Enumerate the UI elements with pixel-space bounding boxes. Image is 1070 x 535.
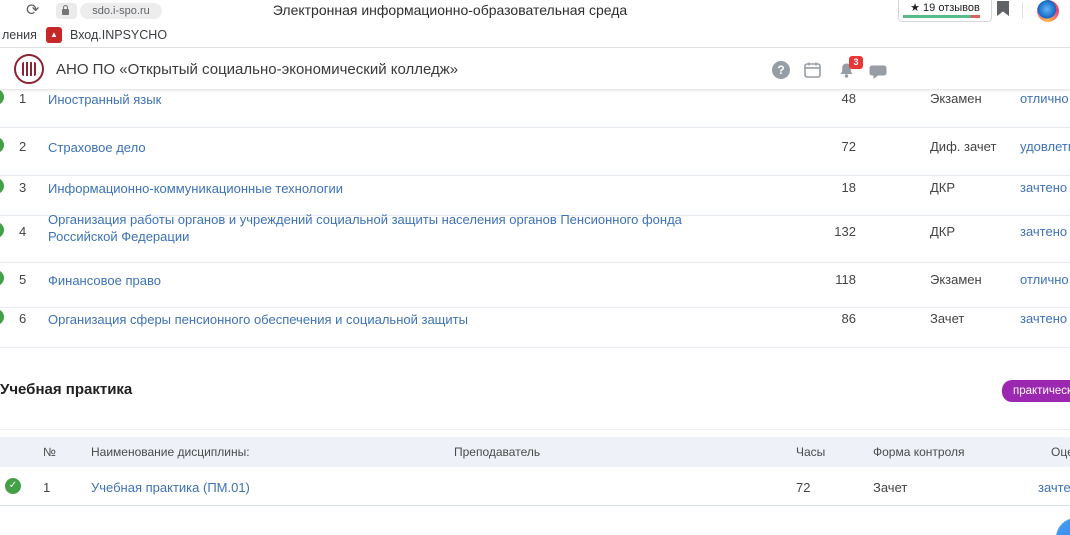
row-divider — [0, 347, 1070, 348]
college-logo-emblem — [22, 62, 36, 76]
discipline-link[interactable]: Учебная практика (ПМ.01) — [91, 480, 250, 495]
table-top-border — [0, 429, 1070, 430]
row-number: 2 — [19, 139, 26, 154]
section-title: Учебная практика — [0, 381, 132, 398]
row-divider — [0, 307, 1070, 308]
page: ⟳ sdo.i-spo.ru Электронная информационно… — [0, 0, 1070, 535]
check-icon: ✓ — [0, 137, 4, 153]
site-header: АНО ПО «Открытый социально-экономический… — [0, 48, 1070, 89]
control-form: Зачет — [930, 311, 964, 326]
row-divider — [0, 127, 1070, 128]
row-number: 5 — [19, 272, 26, 287]
col-header-hours: Часы — [796, 437, 825, 467]
check-icon: ✓ — [0, 270, 4, 286]
notification-badge: 3 — [849, 56, 863, 69]
bookmark-item-partial[interactable]: ления — [2, 28, 37, 42]
grade-link[interactable]: зачтено — [1020, 224, 1067, 239]
row-number: 1 — [19, 91, 26, 106]
row-divider — [0, 262, 1070, 263]
col-header-num: № — [43, 437, 56, 467]
hours-value: 118 — [800, 272, 856, 287]
control-form: Зачет — [873, 480, 907, 495]
discipline-link[interactable]: Информационно-коммуникационные технологи… — [48, 180, 703, 197]
practice-table-header: № Наименование дисциплины: Преподаватель… — [0, 437, 1070, 467]
col-header-teacher: Преподаватель — [454, 437, 540, 467]
reload-icon[interactable]: ⟳ — [26, 0, 39, 20]
control-form: Экзамен — [930, 272, 982, 287]
browser-toolbar: ⟳ sdo.i-spo.ru Электронная информационно… — [0, 0, 1070, 22]
table-row: ✓ 1 Учебная практика (ПМ.01) 72 Зачет за… — [0, 467, 1070, 506]
reviews-label: ★ 19 отзывов — [899, 1, 991, 14]
hours-value: 48 — [800, 91, 856, 106]
edit-fab[interactable] — [1056, 518, 1070, 535]
grade-link[interactable]: удовлетворительно — [1020, 139, 1070, 154]
avatar[interactable] — [1037, 0, 1059, 22]
discipline-link[interactable]: Организация сферы пенсионного обеспечени… — [48, 311, 703, 328]
control-form: Экзамен — [930, 91, 982, 106]
discipline-link[interactable]: Финансовое право — [48, 272, 703, 289]
hours-value: 72 — [796, 480, 810, 495]
discipline-link[interactable]: Страховое дело — [48, 139, 703, 156]
lock-icon — [62, 9, 69, 15]
hours-value: 86 — [800, 311, 856, 326]
grade-link[interactable]: зачтено — [1020, 311, 1067, 326]
bookmark-icon[interactable] — [997, 1, 1009, 16]
college-title: АНО ПО «Открытый социально-экономический… — [56, 61, 458, 78]
toolbar-divider — [1022, 2, 1023, 18]
chat-icon[interactable] — [869, 65, 887, 85]
check-icon: ✓ — [0, 222, 4, 238]
bookmark-item-inpsycho[interactable]: Вход.INPSYCHO — [70, 28, 167, 42]
practice-badge: практическое — [1002, 380, 1070, 402]
col-header-control: Форма контроля — [873, 437, 965, 467]
grade-link[interactable]: зачтено — [1020, 180, 1067, 195]
hours-value: 132 — [800, 224, 856, 239]
discipline-link[interactable]: Иностранный язык — [48, 91, 703, 108]
hours-value: 18 — [800, 180, 856, 195]
row-divider — [0, 175, 1070, 176]
row-number: 1 — [43, 480, 50, 495]
inpsycho-favicon: ▲ — [46, 27, 62, 43]
lock-chip[interactable] — [56, 3, 77, 19]
grade-link[interactable]: отлично — [1020, 272, 1069, 287]
control-form: ДКР — [930, 180, 955, 195]
college-logo[interactable] — [14, 54, 44, 84]
check-icon: ✓ — [5, 478, 21, 494]
rating-bar-red — [971, 15, 980, 18]
grade-link[interactable]: зачтено — [1038, 480, 1070, 495]
control-form: Диф. зачет — [930, 139, 996, 154]
calendar-icon[interactable] — [804, 62, 821, 83]
address-bar[interactable]: sdo.i-spo.ru — [80, 3, 162, 19]
check-icon: ✓ — [0, 309, 4, 325]
bookmarks-bar: ления ▲ Вход.INPSYCHO — [0, 22, 1070, 48]
col-header-name: Наименование дисциплины: — [91, 437, 250, 467]
discipline-link[interactable]: Организация работы органов и учреждений … — [48, 211, 703, 245]
help-icon[interactable]: ? — [772, 61, 790, 79]
row-number: 3 — [19, 180, 26, 195]
control-form: ДКР — [930, 224, 955, 239]
grade-link[interactable]: отлично — [1020, 91, 1069, 106]
row-number: 4 — [19, 224, 26, 239]
reviews-widget[interactable]: ★ 19 отзывов — [898, 0, 992, 22]
hours-value: 72 — [800, 139, 856, 154]
page-title: Электронная информационно-образовательна… — [175, 2, 725, 18]
check-icon: ✓ — [0, 178, 4, 194]
check-icon: ✓ — [0, 89, 4, 105]
rating-bar-green — [903, 15, 971, 18]
col-header-grade: Оценка — [1051, 437, 1070, 467]
row-number: 6 — [19, 311, 26, 326]
